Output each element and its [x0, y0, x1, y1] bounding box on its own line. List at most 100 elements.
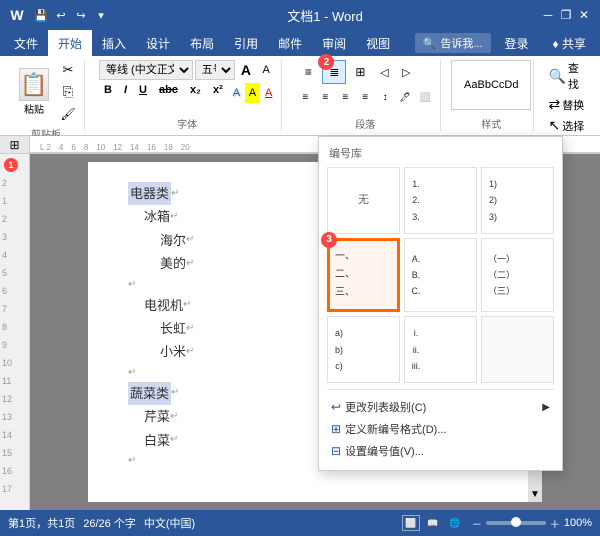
panel-grid-top: 无 1. 2. 3. 1) 2) 3) — [327, 167, 554, 234]
print-layout-btn[interactable]: ⬜ — [402, 515, 420, 531]
ribbon-content: 📋 粘贴 ✂ ⎘ 🖌 剪贴板 等线 (中文正文) 五号 A A — [0, 56, 600, 136]
increase-indent-button[interactable]: ▷ — [396, 62, 416, 82]
zoom-bar: － ＋ 100% — [472, 516, 592, 531]
multilevel-list-button[interactable]: ⊞ — [348, 60, 372, 84]
selected-border — [328, 239, 399, 311]
tab-mailings[interactable]: 邮件 — [268, 30, 312, 56]
zoom-thumb[interactable] — [511, 517, 521, 527]
editing-group: 🔍 查找 ⇄ 替换 ↖ 选择 编辑 — [542, 60, 592, 131]
align-left-button[interactable]: ≡ — [296, 87, 314, 107]
window-title: 文档1 - Word — [287, 6, 363, 25]
strikethrough-button[interactable]: abc — [154, 83, 183, 103]
bullet-list-button[interactable]: ≡ — [296, 60, 320, 84]
font-name-row: 等线 (中文正文) 五号 A A — [99, 60, 275, 80]
border-button[interactable]: ⬜ — [416, 87, 434, 107]
change-level-icon: ↩ — [331, 400, 341, 414]
superscript-button[interactable]: x² — [208, 83, 228, 103]
tab-references[interactable]: 引用 — [224, 30, 268, 56]
ribbon-tabs: 文件 开始 插入 设计 布局 引用 邮件 审阅 视图 🔍 告诉我... 登录 ♦… — [0, 30, 600, 56]
login-btn[interactable]: 登录 — [495, 35, 539, 52]
share-btn[interactable]: ♦ 共享 — [543, 35, 596, 52]
scroll-down-btn[interactable]: ▼ — [528, 487, 542, 502]
cut-button[interactable]: ✂ — [58, 60, 78, 80]
panel-divider-1 — [327, 389, 554, 390]
alpha-upper-item[interactable]: A. B. C. — [404, 238, 477, 312]
define-format-action[interactable]: ⊞ 定义新编号格式(D)... — [327, 418, 554, 440]
close-btn[interactable]: ✕ — [576, 7, 592, 23]
line-numbers: 1 2 1 2 3 4 5 6 7 8 9 10 11 12 13 14 15 … — [0, 154, 30, 510]
font-size-select[interactable]: 五号 — [195, 60, 235, 80]
bold-button[interactable]: B — [99, 83, 117, 103]
replace-button[interactable]: ⇄ 替换 — [548, 96, 586, 113]
customize-qa-btn[interactable]: ▾ — [92, 6, 110, 24]
restore-btn[interactable]: ❐ — [558, 7, 574, 23]
search-icon-2: 🔍 — [548, 68, 565, 85]
tab-view[interactable]: 视图 — [356, 30, 400, 56]
page-info: 第1页，共1页 — [8, 515, 75, 531]
tell-me-box[interactable]: 🔍 告诉我... — [415, 33, 491, 53]
shrink-font-btn[interactable]: A — [257, 60, 275, 80]
tab-layout[interactable]: 布局 — [180, 30, 224, 56]
tab-design[interactable]: 设计 — [136, 30, 180, 56]
line-spacing-button[interactable]: ↕ — [376, 87, 394, 107]
styles-group: AaBbCcDd 样式 — [449, 60, 534, 131]
status-bar: 第1页，共1页 26/26 个字 中文(中国) ⬜ 📖 🌐 － ＋ 100% — [0, 510, 600, 536]
none-item[interactable]: 无 — [327, 167, 400, 234]
tab-review[interactable]: 审阅 — [312, 30, 356, 56]
paste-button[interactable]: 📋 粘贴 — [14, 67, 54, 117]
subscript-button[interactable]: x₂ — [185, 83, 206, 103]
grow-font-btn[interactable]: A — [237, 60, 255, 80]
zoom-level: 100% — [564, 517, 592, 529]
numeric-dot-item[interactable]: 1. 2. 3. — [404, 167, 477, 234]
zoom-in-btn[interactable]: ＋ — [550, 516, 560, 531]
font-group: 等线 (中文正文) 五号 A A B I U abc x₂ x² A A A 字… — [93, 60, 282, 131]
tab-file[interactable]: 文件 — [4, 30, 48, 56]
font-color-button[interactable]: A — [262, 83, 275, 103]
align-justify-button[interactable]: ≡ — [356, 87, 374, 107]
change-list-level-action[interactable]: ↩ 更改列表级别(C) ▶ — [327, 396, 554, 418]
title-bar-left: W 💾 ↩ ↪ ▾ — [8, 6, 110, 24]
select-button[interactable]: ↖ 选择 — [548, 117, 586, 134]
submenu-arrow: ▶ — [542, 402, 550, 413]
align-center-button[interactable]: ≡ — [316, 87, 334, 107]
read-mode-btn[interactable]: 📖 — [424, 515, 442, 531]
decrease-indent-button[interactable]: ◁ — [374, 62, 394, 82]
underline-button[interactable]: U — [134, 83, 152, 103]
set-value-label: 设置编号值(V)... — [345, 443, 424, 459]
shading-button[interactable]: 🖊 — [396, 87, 414, 107]
panel-grid-bottom: 3 一、 二、 三、 A. B. C. （一） （二） （三） — [327, 238, 554, 312]
zoom-track[interactable] — [486, 521, 546, 525]
align-right-button[interactable]: ≡ — [336, 87, 354, 107]
roman-lower-item[interactable]: i. ii. iii. — [404, 316, 477, 383]
save-btn[interactable]: 💾 — [32, 6, 50, 24]
zoom-out-btn[interactable]: － — [472, 516, 482, 531]
minimize-btn[interactable]: ─ — [540, 7, 556, 23]
select-icon: ↖ — [548, 117, 560, 134]
clipboard-content: 📋 粘贴 ✂ ⎘ 🖌 — [14, 60, 78, 124]
tab-insert[interactable]: 插入 — [92, 30, 136, 56]
language: 中文(中国) — [144, 515, 195, 531]
styles-label: 样式 — [481, 114, 501, 131]
chinese-paren-item[interactable]: （一） （二） （三） — [481, 238, 554, 312]
quick-access-toolbar: W 💾 ↩ ↪ ▾ — [8, 6, 110, 24]
undo-btn[interactable]: ↩ — [52, 6, 70, 24]
paren-num-item[interactable]: 1) 2) 3) — [481, 167, 554, 234]
font-name-select[interactable]: 等线 (中文正文) — [99, 60, 193, 80]
view-buttons: ⬜ 📖 🌐 — [402, 515, 464, 531]
redo-btn[interactable]: ↪ — [72, 6, 90, 24]
list-btn-row: ≡ ≣ ⊞ ◁ ▷ — [296, 60, 434, 84]
italic-button[interactable]: I — [119, 83, 132, 103]
ruler-corner[interactable]: ⊞ — [0, 136, 30, 154]
web-layout-btn[interactable]: 🌐 — [446, 515, 464, 531]
set-value-action[interactable]: ⊟ 设置编号值(V)... — [327, 440, 554, 462]
paragraph-label: 段落 — [355, 114, 375, 131]
highlight-button[interactable]: A — [245, 83, 260, 103]
copy-button[interactable]: ⎘ — [58, 82, 78, 102]
tab-home[interactable]: 开始 — [48, 30, 92, 56]
alpha-lower-item[interactable]: a) b) c) — [327, 316, 400, 383]
find-button[interactable]: 🔍 查找 — [548, 60, 586, 92]
styles-gallery[interactable]: AaBbCcDd — [451, 60, 531, 110]
format-painter-button[interactable]: 🖌 — [58, 104, 78, 124]
chinese-dash-item[interactable]: 3 一、 二、 三、 — [327, 238, 400, 312]
text-effects-button[interactable]: A — [230, 83, 243, 103]
